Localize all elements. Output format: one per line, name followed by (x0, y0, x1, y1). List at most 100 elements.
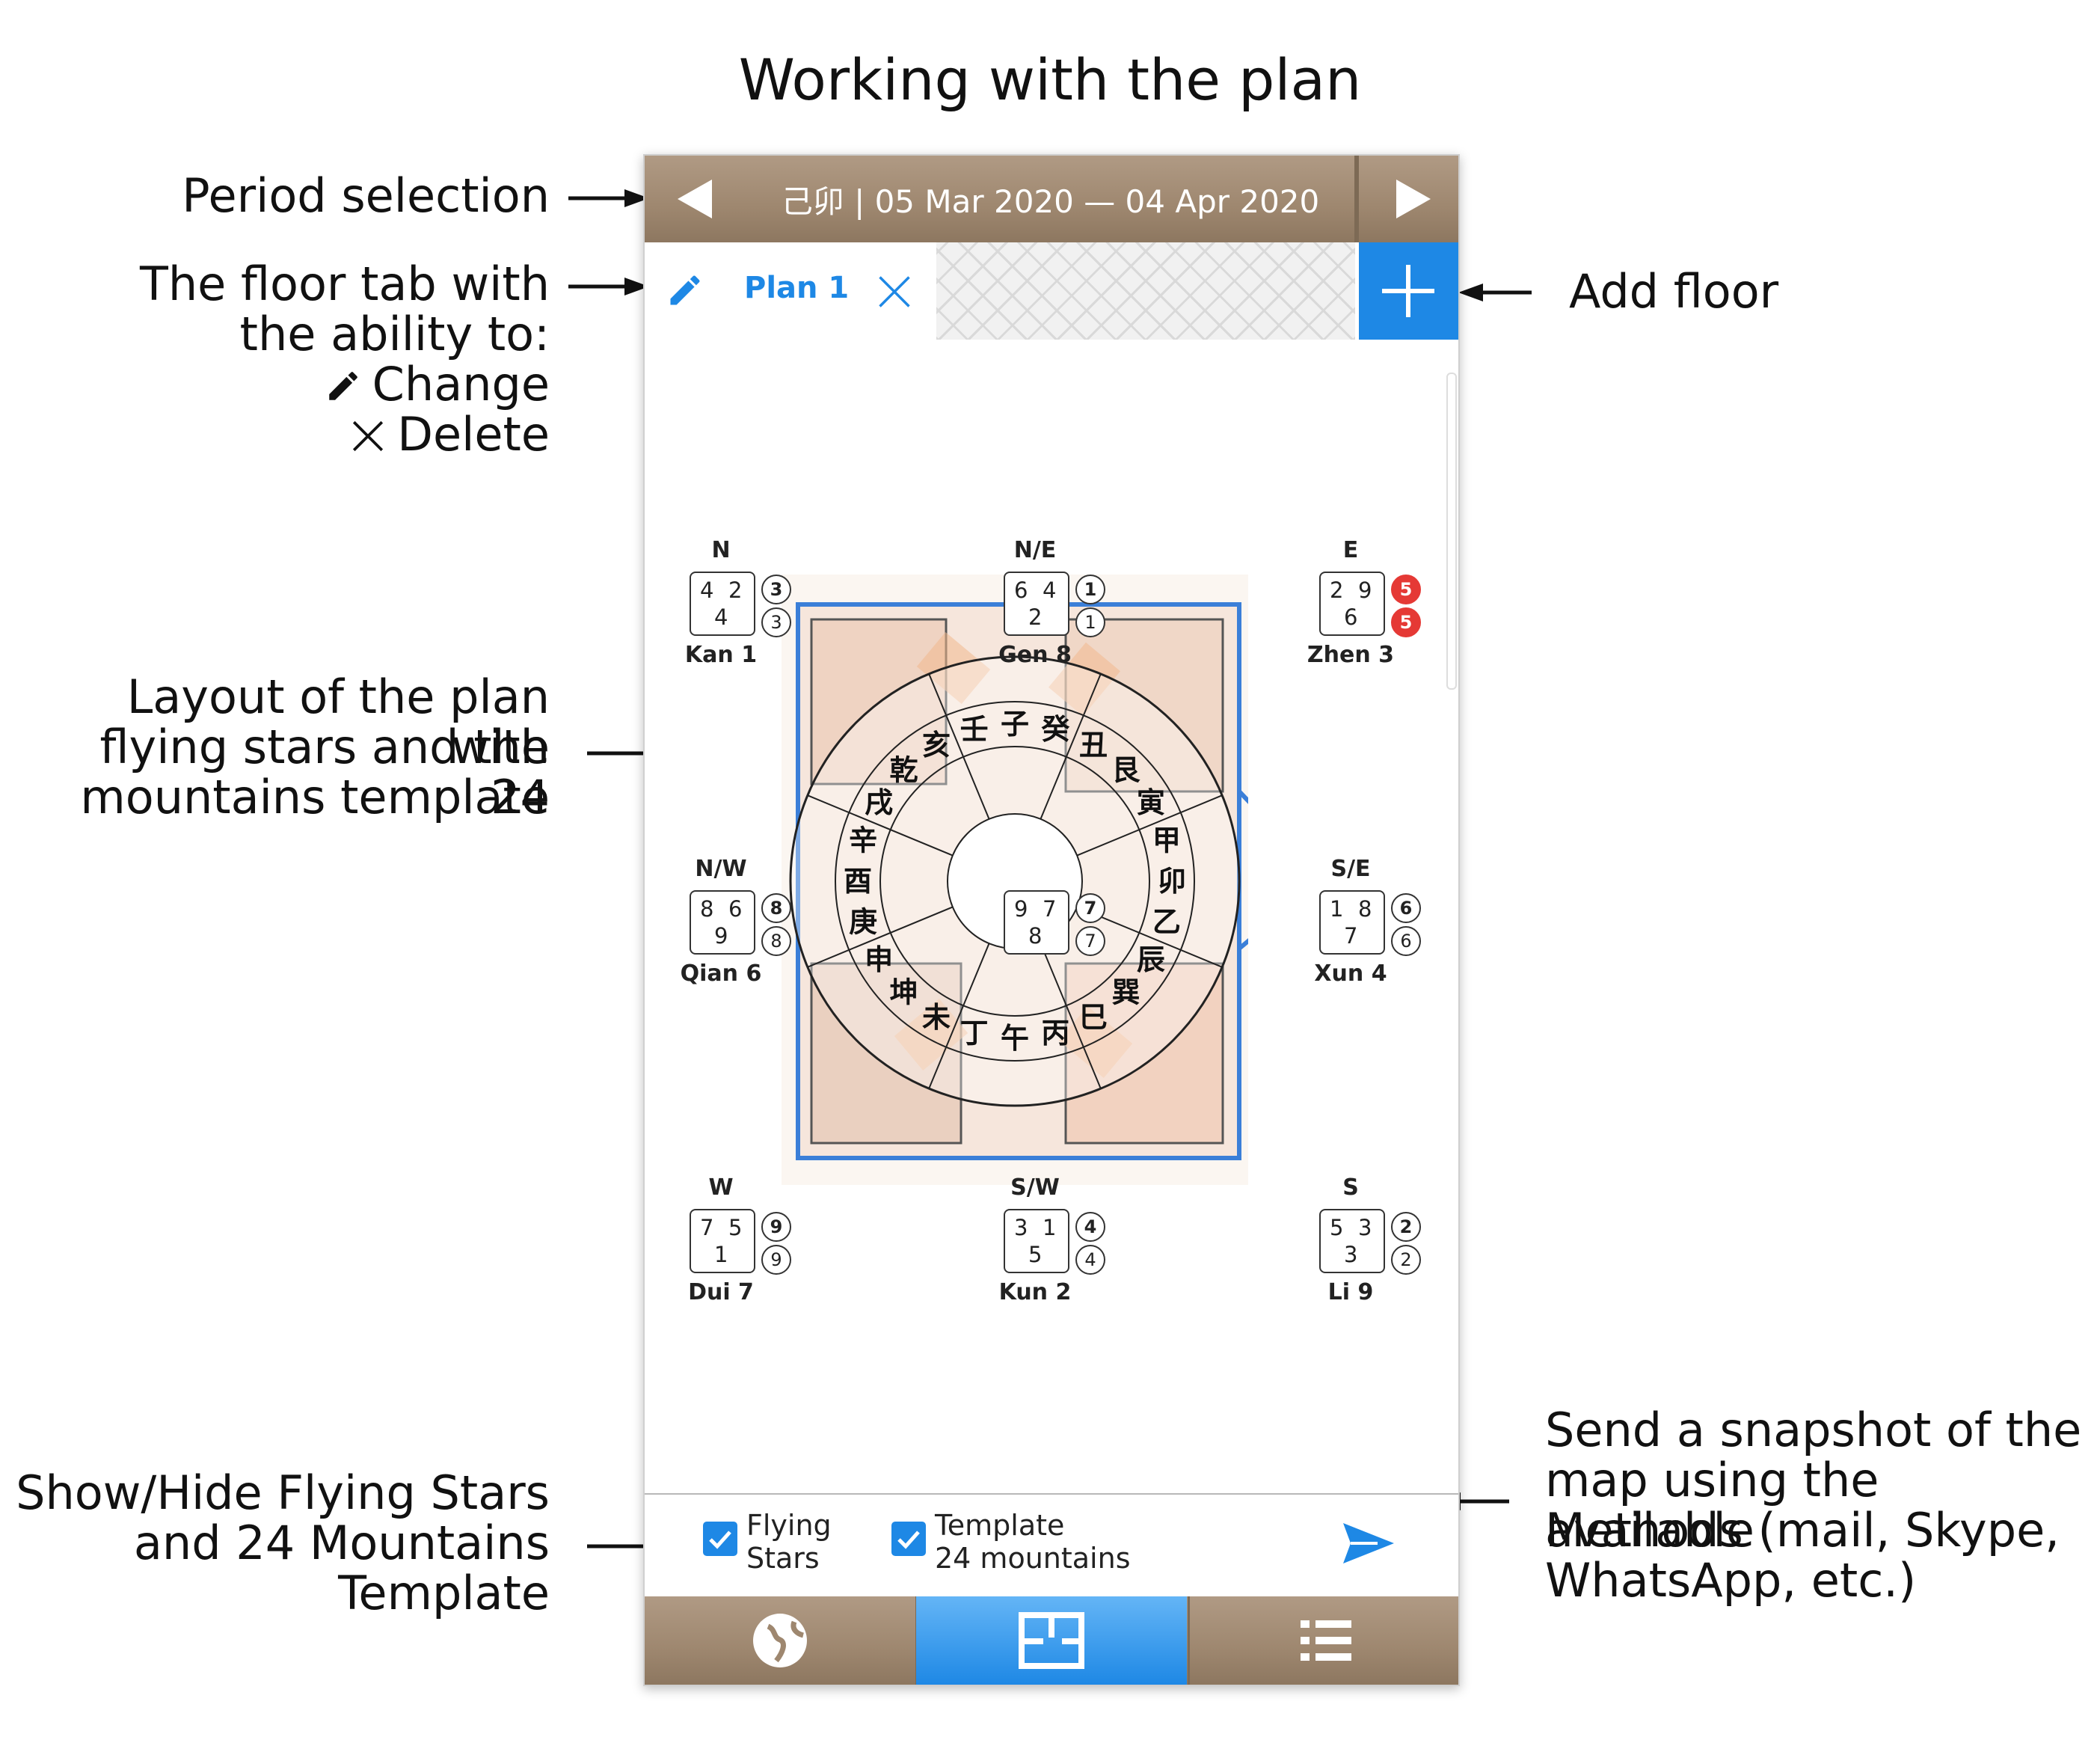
plus-icon (1382, 265, 1434, 317)
mountain-label: 丁 (960, 1017, 989, 1050)
monthly-star-badge: 9 (761, 1245, 791, 1275)
annual-star-badge: 7 (1075, 893, 1105, 923)
mountain-label: 丙 (1041, 1017, 1069, 1050)
add-floor-button[interactable] (1359, 242, 1458, 340)
palace-name: Li 9 (1327, 1279, 1374, 1305)
annotation-snapshot-line4: WhatsApp, etc.) (1545, 1553, 1917, 1608)
annual-star-badge: 8 (761, 893, 791, 923)
bottom-navigation (645, 1596, 1458, 1685)
star-number: 4 (1043, 578, 1057, 603)
mountain-label: 申 (865, 943, 893, 976)
floor-tab-bar: Plan 1 (645, 242, 1458, 340)
palace-name: Gen 8 (998, 642, 1072, 668)
annotation-toggles-line1: Show/Hide Flying Stars (16, 1465, 550, 1520)
nav-globe-tab[interactable] (645, 1596, 918, 1685)
next-period-button[interactable] (1357, 156, 1458, 242)
star-number: 7 (700, 1215, 714, 1240)
check-icon (897, 1531, 920, 1549)
palace-direction: S (1342, 1174, 1359, 1201)
pencil-icon[interactable] (666, 271, 704, 310)
nav-plan-tab[interactable] (916, 1596, 1187, 1685)
annotation-layout-line3: mountains template (80, 770, 550, 824)
mountain-label: 午 (1001, 1022, 1029, 1055)
star-number: 1 (1330, 896, 1344, 922)
palace-direction: W (708, 1174, 734, 1201)
mountain-label: 未 (922, 1001, 951, 1034)
period-label[interactable]: 己卯 | 05 Mar 2020 — 04 Apr 2020 (746, 156, 1357, 242)
template-label-line1: Template (935, 1509, 1065, 1542)
palace-direction: N/W (695, 856, 747, 882)
palace-name: Zhen 3 (1307, 642, 1395, 668)
star-number: 5 (1028, 1242, 1043, 1267)
palace-direction: S/E (1330, 856, 1371, 882)
palace-direction: N/E (1013, 537, 1057, 563)
annual-star-badge: 6 (1391, 893, 1421, 923)
star-number: 4 (700, 578, 714, 603)
star-number: 2 (1028, 604, 1043, 630)
previous-period-button[interactable] (645, 156, 749, 242)
arrow-icon (568, 278, 649, 295)
annual-star-badge: 4 (1075, 1212, 1105, 1242)
send-icon[interactable] (1340, 1519, 1397, 1568)
mountain-label: 癸 (1040, 713, 1069, 746)
palace-name: Qian 6 (680, 961, 762, 987)
flying-stars-checkbox[interactable] (703, 1522, 737, 1556)
scrollbar[interactable] (1446, 373, 1457, 690)
annual-star-badge: 5 (1391, 575, 1421, 604)
star-number: 9 (1014, 896, 1028, 922)
star-number: 8 (1358, 896, 1372, 922)
palace-direction: N (711, 537, 731, 563)
annotation-add-floor: Add floor (1569, 264, 1779, 319)
mountain-label: 亥 (922, 729, 951, 762)
mountain-label: 甲 (1152, 824, 1181, 857)
mountain-label: 坤 (889, 975, 918, 1008)
annotation-floor-tab-line2: the ability to: (239, 307, 550, 361)
star-number: 5 (728, 1215, 743, 1240)
pencil-icon (328, 372, 357, 400)
mountain-label: 巽 (1111, 975, 1140, 1008)
mountain-label: 寅 (1137, 786, 1165, 819)
star-number: 7 (1344, 923, 1358, 949)
close-icon[interactable] (875, 272, 914, 311)
annotation-period: Period selection (182, 168, 550, 223)
star-number: 4 (714, 604, 728, 630)
arrow-icon (568, 189, 649, 207)
star-number: 7 (1043, 896, 1057, 922)
monthly-star-badge: 7 (1075, 926, 1105, 956)
template-label-line2: 24 mountains (935, 1542, 1131, 1575)
mountain-label: 戌 (865, 786, 893, 819)
star-number: 5 (1330, 1215, 1344, 1240)
tab-background-pattern (936, 242, 1355, 340)
palace-name: Kan 1 (684, 642, 758, 668)
monthly-star-badge: 3 (761, 607, 791, 637)
monthly-star-badge: 2 (1391, 1245, 1421, 1275)
globe-icon (753, 1614, 807, 1667)
mountain-label: 子 (1001, 708, 1029, 741)
floor-tab-plan-1[interactable]: Plan 1 (744, 271, 849, 305)
star-number: 6 (1014, 578, 1028, 603)
nav-list-tab[interactable] (1188, 1596, 1458, 1685)
period-bar: 己卯 | 05 Mar 2020 — 04 Apr 2020 (645, 156, 1458, 242)
star-number: 3 (1344, 1242, 1358, 1267)
page-title: Working with the plan (738, 46, 1362, 113)
palace-star-box: 978 (1004, 890, 1069, 955)
star-number: 8 (700, 896, 714, 922)
star-number: 1 (1043, 1215, 1057, 1240)
template-checkbox[interactable] (891, 1522, 926, 1556)
star-number: 3 (1014, 1215, 1028, 1240)
mountain-label: 辰 (1137, 943, 1165, 976)
star-number: 2 (728, 578, 743, 603)
mountain-label: 酉 (844, 865, 872, 898)
annotation-toggles-line2: and 24 Mountains (133, 1516, 550, 1570)
palace-star-box: 187 (1319, 890, 1385, 955)
mountain-label: 壬 (960, 713, 989, 746)
monthly-star-badge: 8 (761, 926, 791, 956)
mountain-label: 艮 (1111, 754, 1140, 787)
app-screen: 己卯 | 05 Mar 2020 — 04 Apr 2020 Plan 1 子 … (643, 154, 1460, 1686)
mountain-label: 丑 (1079, 729, 1108, 762)
mountain-label: 巳 (1079, 1001, 1108, 1034)
star-number: 1 (714, 1242, 728, 1267)
arrow-icon (1458, 284, 1532, 301)
annual-star-badge: 2 (1391, 1212, 1421, 1242)
triangle-left-icon (678, 180, 712, 218)
